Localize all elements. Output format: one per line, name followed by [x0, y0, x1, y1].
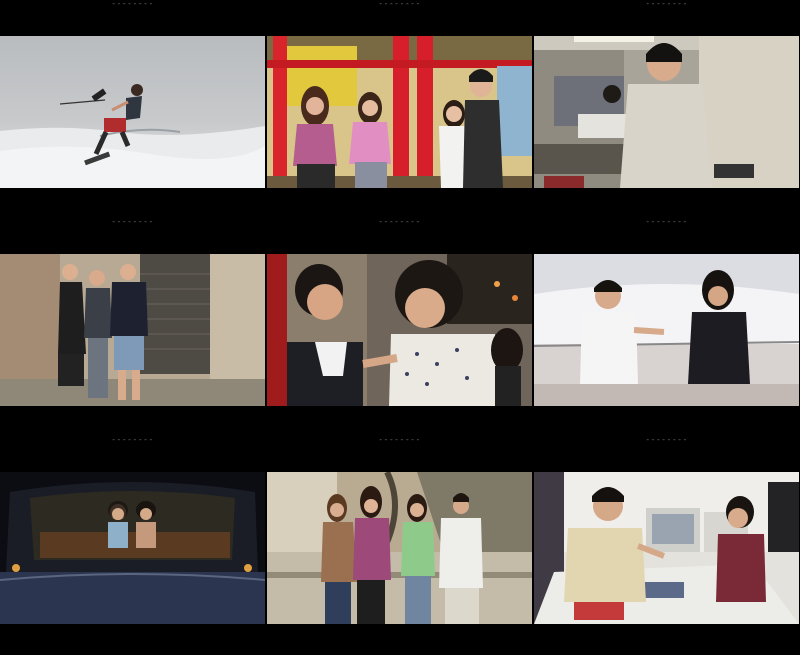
frame-3-image	[534, 36, 799, 188]
frame-1-image	[0, 36, 265, 188]
frame-8-label: --------	[378, 436, 421, 444]
frame-7-image	[0, 472, 265, 624]
frame-9-image	[534, 472, 799, 624]
frame-4-street-girls-thumbnail[interactable]	[0, 254, 265, 406]
frame-2-image	[267, 36, 532, 188]
frame-5-image	[267, 254, 532, 406]
frame-9-office-desk-thumbnail[interactable]	[534, 472, 799, 624]
frame-9-label: --------	[645, 436, 688, 444]
frame-8-group-thumbnail[interactable]	[267, 472, 532, 624]
frame-8-image	[267, 472, 532, 624]
frame-6-boat-thumbnail[interactable]	[534, 254, 799, 406]
frame-5-confrontation-thumbnail[interactable]	[267, 254, 532, 406]
thumbnail-contact-sheet: -------- -------- -------- -------- ----…	[0, 0, 800, 655]
frame-4-label: --------	[111, 218, 154, 226]
frame-7-label: --------	[111, 436, 154, 444]
frame-2-label: --------	[378, 0, 421, 8]
frame-6-image	[534, 254, 799, 406]
frame-1-label: --------	[111, 0, 154, 8]
frame-4-image	[0, 254, 265, 406]
frame-6-label: --------	[645, 218, 688, 226]
frame-1-wakeboarder-thumbnail[interactable]	[0, 36, 265, 188]
frame-7-car-thumbnail[interactable]	[0, 472, 265, 624]
frame-5-label: --------	[378, 218, 421, 226]
frame-3-label: --------	[645, 0, 688, 8]
frame-3-office-thumbnail[interactable]	[534, 36, 799, 188]
frame-2-playground-thumbnail[interactable]	[267, 36, 532, 188]
